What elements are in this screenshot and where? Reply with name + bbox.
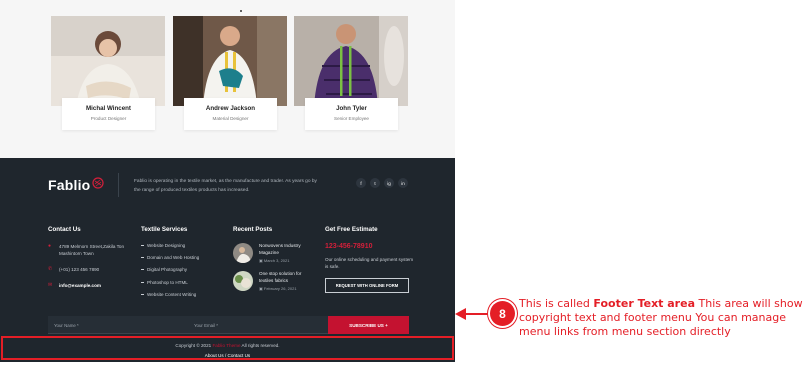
service-link[interactable]: Website Designing <box>141 243 199 248</box>
team-section: Michal Wincent Product Designer Andrew J… <box>0 0 455 158</box>
service-link[interactable]: Domain and Web Hosting <box>141 255 199 260</box>
subscribe-form: Your Name * Your Email * SUBSCRIBE US + <box>48 316 409 334</box>
site-footer: Fablio Fablio is operating in the textil… <box>0 158 455 362</box>
twitter-icon[interactable]: t <box>370 178 380 188</box>
post-title: One stop solution for textiles fabrics <box>259 271 302 283</box>
contact-column: Contact Us ● 4789 Melmorn Street,Zakila … <box>48 226 131 298</box>
member-name: Michal Wincent <box>86 105 131 112</box>
email-link[interactable]: info@example.com <box>59 282 101 289</box>
website-preview: Michal Wincent Product Designer Andrew J… <box>0 0 455 362</box>
social-links: f t ig in <box>356 178 408 188</box>
service-link[interactable]: Digital Photography <box>141 267 199 272</box>
highlight-box <box>1 336 454 360</box>
subscribe-button[interactable]: SUBSCRIBE US + <box>328 316 409 334</box>
posts-title: Recent Posts <box>233 226 273 233</box>
phone-icon: ✆ <box>48 266 53 272</box>
member-role: Product Designer <box>90 116 127 121</box>
step-badge: 8 <box>490 301 515 326</box>
email-row: ✉ info@example.com <box>48 282 131 289</box>
member-info: John Tyler Senior Employee <box>305 98 398 130</box>
annotation-note: This is called Footer Text area This are… <box>519 297 809 339</box>
phone-row: ✆ (+01) 123 456 7890 <box>48 266 131 273</box>
post-date: ▣ February 26, 2021 <box>259 286 297 291</box>
screenshot: Michal Wincent Product Designer Andrew J… <box>0 0 812 390</box>
map-pin-icon: ● <box>48 243 52 249</box>
request-form-button[interactable]: REQUEST WITH ONLINE FORM <box>325 278 409 293</box>
contact-title: Contact Us <box>48 226 81 233</box>
address-row: ● 4789 Melmorn Street,Zakila Ton Mashint… <box>48 243 131 257</box>
member-role: Material Designer <box>212 116 249 121</box>
member-photo <box>51 16 165 106</box>
services-title: Textile Services <box>141 226 188 233</box>
logo-text: Fablio <box>48 177 91 193</box>
member-role: Senior Employee <box>334 116 369 121</box>
team-member-card[interactable]: John Tyler Senior Employee <box>294 16 408 130</box>
arrow-head-icon <box>455 308 466 320</box>
post-thumbnail <box>233 243 253 263</box>
service-link[interactable]: Website Content Writing <box>141 292 199 297</box>
estimate-phone[interactable]: 123-456-78910 <box>325 243 415 250</box>
estimate-text: Our online scheduling and payment system… <box>325 257 414 269</box>
thread-icon <box>92 176 105 194</box>
mail-icon: ✉ <box>48 282 53 288</box>
note-intro: This is called <box>519 297 590 310</box>
footer-about-text: Fablio is operating in the textile marke… <box>134 179 317 193</box>
member-info: Michal Wincent Product Designer <box>62 98 155 130</box>
post-title: Nonwovens Industry Magazine <box>259 243 301 255</box>
team-member-card[interactable]: Andrew Jackson Material Designer <box>173 16 287 130</box>
note-bold: Footer Text area <box>593 297 695 310</box>
footer-logo[interactable]: Fablio <box>48 176 105 194</box>
member-photo <box>173 16 287 106</box>
divider <box>118 173 119 197</box>
team-member-card[interactable]: Michal Wincent Product Designer <box>51 16 165 130</box>
phone-text[interactable]: (+01) 123 456 7890 <box>59 266 99 273</box>
instagram-icon[interactable]: ig <box>384 178 394 188</box>
email-input[interactable]: Your Email * <box>188 316 328 334</box>
post-date: ▣ March 3, 2021 <box>259 258 290 263</box>
arrow-line <box>466 313 489 315</box>
member-photo <box>294 16 408 106</box>
scroll-dot <box>240 10 242 12</box>
service-link[interactable]: Photoshop to HTML <box>141 280 199 285</box>
post-thumbnail <box>233 271 253 291</box>
linkedin-icon[interactable]: in <box>398 178 408 188</box>
estimate-title: Get Free Estimate <box>325 226 378 233</box>
address-text: 4789 Melmorn Street,Zakila Ton Mashintor… <box>59 244 125 256</box>
estimate-column: Get Free Estimate 123-456-78910 Our onli… <box>325 226 415 293</box>
recent-posts-column: Recent Posts Nonwovens Industry Magazine… <box>233 226 311 299</box>
recent-post[interactable]: One stop solution for textiles fabrics ▣… <box>233 271 311 291</box>
recent-post[interactable]: Nonwovens Industry Magazine ▣ March 3, 2… <box>233 243 311 263</box>
facebook-icon[interactable]: f <box>356 178 366 188</box>
member-name: John Tyler <box>336 105 367 112</box>
member-name: Andrew Jackson <box>205 105 256 112</box>
member-info: Andrew Jackson Material Designer <box>184 98 277 130</box>
name-input[interactable]: Your Name * <box>48 316 188 334</box>
services-column: Textile Services Website Designing Domai… <box>141 226 199 304</box>
